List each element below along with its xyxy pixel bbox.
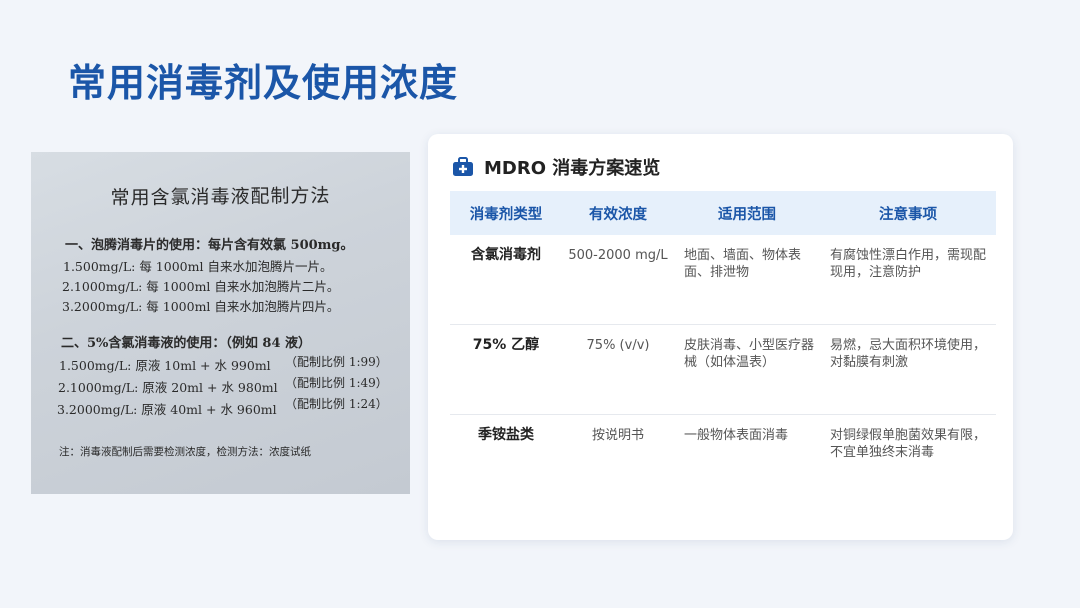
sheet-line: 1.500mg/L: 原液 10ml + 水 990ml [59, 358, 271, 373]
cell-concentration: 按说明书 [591, 428, 644, 443]
cell-note: 有腐蚀性漂白作用，需现配现用，注意防护 [830, 248, 987, 280]
sheet-section-1: 一、泡腾消毒片的使用：每片含有效氯 500mg。 [65, 238, 354, 253]
disinfectant-sheet-photo: 常用含氯消毒液配制方法 一、泡腾消毒片的使用：每片含有效氯 500mg。 1.5… [31, 152, 410, 494]
sheet-line: 3.2000mg/L: 原液 40ml + 水 960ml [57, 402, 277, 417]
cell-concentration: 75% (v/v) [586, 338, 650, 353]
cell-agent: 75% 乙醇 [472, 337, 540, 353]
cell-concentration: 500-2000 mg/L [568, 248, 668, 263]
column-header: 适用范围 [718, 206, 776, 223]
card-header: MDRO 消毒方案速览 [452, 154, 660, 180]
cell-scope: 皮肤消毒、小型医疗器械（如体温表） [684, 338, 815, 370]
sheet-line: 2.1000mg/L: 原液 20ml + 水 980ml [58, 380, 278, 395]
cell-agent: 含氯消毒剂 [471, 247, 541, 263]
cell-note: 易燃，忌大面积环境使用，对黏膜有刺激 [830, 338, 987, 370]
column-header: 有效浓度 [589, 206, 647, 223]
cell-scope: 地面、墙面、物体表面、排泄物 [684, 248, 802, 280]
page-title: 常用消毒剂及使用浓度 [68, 61, 459, 105]
table-row: 75% 乙醇 75% (v/v) 皮肤消毒、小型医疗器械（如体温表） 易燃，忌大… [450, 325, 996, 415]
sheet-ratio: （配制比例 1:24） [285, 397, 388, 411]
sheet-line: 3.2000mg/L: 每 1000ml 自来水加泡腾片四片。 [62, 299, 340, 314]
column-header: 消毒剂类型 [469, 206, 543, 223]
cell-agent: 季铵盐类 [478, 427, 534, 443]
sheet-note: 注：消毒液配制后需要检测浓度，检测方法：浓度试纸 [59, 446, 311, 458]
disinfectant-table: 消毒剂类型 有效浓度 适用范围 注意事项 含氯消毒剂 500-2000 mg/L… [450, 191, 996, 505]
sheet-line: 2.1000mg/L: 每 1000ml 自来水加泡腾片二片。 [62, 279, 340, 294]
cell-note: 对铜绿假单胞菌效果有限，不宜单独终末消毒 [830, 428, 987, 460]
sheet-ratio: （配制比例 1:99） [285, 355, 388, 369]
cell-scope: 一般物体表面消毒 [684, 428, 789, 443]
column-header: 注意事项 [879, 206, 937, 223]
sheet-section-2: 二、5%含氯消毒液的使用：（例如 84 液） [61, 336, 312, 351]
mdro-summary-card: MDRO 消毒方案速览 消毒剂类型 有效浓度 适用范围 注意事项 含氯消毒剂 5… [428, 134, 1013, 540]
table-header: 消毒剂类型 有效浓度 适用范围 注意事项 [450, 191, 996, 235]
table-row: 含氯消毒剂 500-2000 mg/L 地面、墙面、物体表面、排泄物 有腐蚀性漂… [450, 235, 996, 325]
sheet-ratio: （配制比例 1:49） [285, 376, 388, 390]
table-row: 季铵盐类 按说明书 一般物体表面消毒 对铜绿假单胞菌效果有限，不宜单独终末消毒 [450, 415, 996, 505]
medical-kit-icon [452, 157, 474, 177]
sheet-title: 常用含氯消毒液配制方法 [110, 184, 331, 210]
sheet-line: 1.500mg/L: 每 1000ml 自来水加泡腾片一片。 [63, 259, 333, 274]
card-title: MDRO 消毒方案速览 [484, 158, 661, 179]
